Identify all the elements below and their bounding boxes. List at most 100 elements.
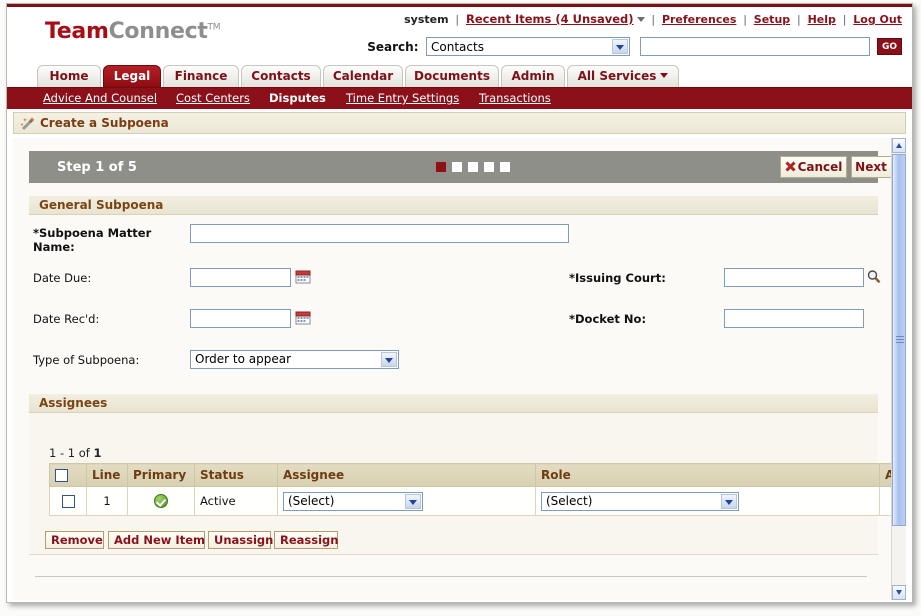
step-dot-5 (500, 162, 510, 172)
reassign-button[interactable]: Reassign (274, 531, 338, 549)
trademark-symbol: TM (207, 22, 221, 33)
app-root: TeamConnectTM system | Recent Items (4 U… (0, 0, 921, 616)
label-text: Date Due: (33, 271, 92, 285)
column-label: Line (92, 468, 121, 482)
wizard-step-bar: Step 1 of 5 Cancel Next (29, 151, 891, 183)
type-of-subpoena-label: Type of Subpoena: (33, 353, 139, 367)
scrollbar-thumb[interactable] (892, 154, 906, 526)
label-line-1: *Subpoena Matter (33, 226, 152, 240)
column-header-assignee: Assignee (277, 463, 536, 487)
general-subpoena-section-header: General Subpoena (29, 196, 878, 215)
preferences-link[interactable]: Preferences (662, 13, 736, 26)
issuing-court-input[interactable] (724, 268, 864, 287)
docket-no-input[interactable] (724, 309, 864, 328)
button-label: Add New Item (114, 533, 205, 547)
status-badge: Active (200, 494, 236, 508)
setup-link[interactable]: Setup (754, 13, 790, 26)
assignees-record-count: 1 - 1 of 1 (49, 446, 102, 460)
search-scope-select[interactable]: Contacts (426, 37, 630, 56)
calendar-icon[interactable] (295, 269, 311, 285)
step-dot-3 (468, 162, 478, 172)
row-assignee-cell: (Select) (277, 486, 536, 516)
chevron-down-icon[interactable] (636, 17, 645, 22)
cancel-button[interactable]: Cancel (780, 156, 847, 178)
subnav-item-disputes[interactable]: Disputes (269, 91, 326, 105)
tab-contacts[interactable]: Contacts (241, 65, 321, 87)
calendar-icon[interactable] (295, 310, 311, 326)
logout-link[interactable]: Log Out (853, 13, 902, 26)
label-line-2: Name: (33, 240, 75, 254)
docket-no-label: *Docket No: (569, 312, 646, 326)
label-text: Type of Subpoena: (33, 353, 140, 367)
chevron-down-icon[interactable] (612, 39, 628, 54)
assignee-select[interactable]: (Select) (283, 491, 423, 511)
logo-connect-text: Connect (108, 19, 208, 44)
line-number: 1 (103, 494, 111, 508)
scroll-down-button[interactable] (892, 585, 906, 600)
search-scope-value: Contacts (431, 40, 484, 54)
tab-finance[interactable]: Finance (163, 65, 239, 87)
subpoena-matter-name-label: *Subpoena Matter Name: (33, 226, 183, 254)
tab-home[interactable]: Home (37, 65, 101, 87)
magic-wand-icon (20, 116, 36, 132)
chevron-down-icon[interactable] (721, 493, 737, 509)
subnav-item-time-entry-settings[interactable]: Time Entry Settings (346, 91, 459, 105)
role-select[interactable]: (Select) (541, 491, 739, 511)
step-dot-2 (452, 162, 462, 172)
subnav-item-cost-centers[interactable]: Cost Centers (176, 91, 250, 105)
column-label: Primary (133, 468, 187, 482)
column-header-select-all[interactable] (49, 463, 87, 487)
remove-button[interactable]: Remove (45, 531, 104, 549)
unassign-button[interactable]: Unassign (208, 531, 274, 549)
search-input[interactable] (639, 37, 870, 56)
column-header-action: Action (879, 463, 891, 487)
scroll-up-button[interactable] (892, 138, 906, 153)
subnav-item-advice-and-counsel[interactable]: Advice And Counsel (43, 91, 157, 105)
select-all-checkbox[interactable] (55, 469, 68, 482)
tab-label: Contacts (251, 69, 311, 83)
row-line-cell: 1 (86, 486, 128, 516)
add-new-item-button[interactable]: Add New Item (108, 531, 205, 549)
tab-legal[interactable]: Legal (103, 65, 161, 87)
count-range-text: 1 - 1 of (49, 446, 94, 460)
recent-items-link[interactable]: Recent Items (4 Unsaved) (466, 12, 634, 26)
assignee-value: (Select) (288, 493, 335, 508)
button-label: Unassign (214, 533, 274, 547)
chevron-down-icon[interactable] (405, 493, 421, 509)
chevron-down-icon[interactable] (381, 352, 397, 367)
help-link[interactable]: Help (808, 13, 836, 26)
tab-label: All Services (577, 69, 657, 83)
tab-all-services[interactable]: All Services (567, 65, 679, 87)
column-header-line: Line (86, 463, 128, 487)
separator: | (651, 13, 656, 26)
tab-admin[interactable]: Admin (501, 65, 565, 87)
tab-label: Legal (113, 69, 151, 83)
wizard-step-label: Step 1 of 5 (57, 160, 137, 175)
column-label: Status (200, 468, 244, 482)
tab-calendar[interactable]: Calendar (323, 65, 403, 87)
row-select-cell[interactable] (49, 486, 87, 516)
tab-documents[interactable]: Documents (405, 65, 499, 87)
column-label: Assignee (283, 468, 345, 482)
label-text: *Docket No: (569, 312, 647, 326)
button-label: Remove (51, 533, 103, 547)
search-go-button[interactable]: GO (877, 38, 902, 55)
search-icon[interactable] (866, 269, 882, 285)
search-label: Search: (367, 39, 419, 54)
tab-label: Admin (511, 69, 555, 83)
date-recd-input[interactable] (190, 309, 291, 328)
next-button[interactable]: Next (851, 156, 891, 178)
global-search-bar: Search: Contacts GO (367, 37, 902, 56)
row-checkbox[interactable] (61, 495, 75, 508)
subpoena-matter-name-input[interactable] (190, 224, 569, 243)
subnav-item-transactions[interactable]: Transactions (479, 91, 551, 105)
legal-subnav: Advice And Counsel Cost Centers Disputes… (7, 87, 912, 109)
button-label: Reassign (280, 533, 339, 547)
date-due-input[interactable] (190, 268, 291, 287)
label-text: *Issuing Court: (569, 271, 666, 285)
vertical-scrollbar[interactable] (891, 138, 906, 600)
subnav-label: Disputes (269, 91, 326, 105)
main-tab-strip: Home Legal Finance Contacts Calendar Doc… (7, 65, 912, 87)
type-of-subpoena-select[interactable]: Order to appear (190, 350, 399, 369)
subnav-label: Time Entry Settings (346, 91, 460, 105)
